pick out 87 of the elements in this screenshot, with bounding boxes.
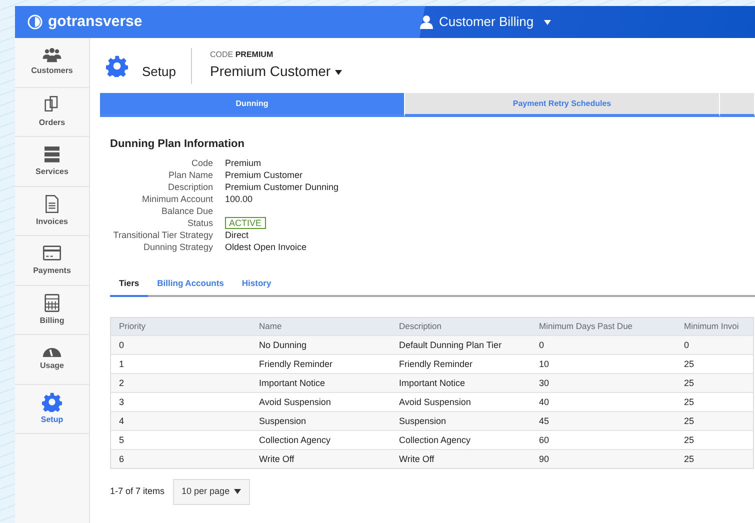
sub-tab[interactable]: History [232,276,280,298]
table-cell-text: 25 [683,452,696,466]
plan-code: CODE PREMIUM [210,49,274,61]
table-cell-text: 0 [538,338,546,352]
field-value: Oldest Open Invoice [225,242,307,252]
sidebar-item[interactable]: Payments [15,236,89,286]
table-cell-text: 40 [538,396,550,408]
server-icon [42,144,62,164]
field-label: Plan Name [167,168,214,180]
sidebar-item[interactable]: Customers [15,38,89,88]
field-value: Premium [225,158,262,168]
table-cell-text: 4 [118,414,126,428]
caret-icon [234,489,241,494]
status-badge: ACTIVE [225,216,266,228]
caret-icon [334,70,342,75]
table-cell-text: 1 [118,358,126,370]
plan-dropdown[interactable]: Premium Customer [210,61,342,82]
user-icon [420,15,433,29]
table-cell-text: No Dunning [258,338,308,352]
section-title: Dunning Plan Information [110,137,246,152]
table-cell-text: Suspension [258,414,308,428]
field-value: Premium Customer [225,170,303,180]
table-cell-text: 2 [118,376,126,390]
column-header: Minimum Invoi [683,320,740,334]
sub-tab[interactable]: Billing Accounts [148,276,233,298]
table-cell-text: 25 [683,414,696,428]
brand-name: gotransverse [48,12,142,32]
table-cell-text: Suspension [398,414,448,428]
sidebar-item[interactable]: Setup [15,384,89,434]
table-cell-text: 3 [118,396,126,408]
table-cell-text: 25 [683,358,696,370]
gear-icon [42,392,62,412]
column-header: Priority [118,320,146,334]
sidebar-item[interactable]: Billing [15,286,89,335]
pagination-summary: 1-7 of 7 items [110,485,165,498]
sub-tab[interactable]: Tiers [110,276,148,298]
people-icon [42,48,62,63]
credit-card-icon [42,243,62,264]
sidebar-item[interactable]: Invoices [15,186,89,236]
field-label: Transitional Tier Strategy [112,228,214,240]
table-cell-text: 25 [683,434,696,446]
table-cell-text: 90 [538,452,550,466]
table-cell-text: Important Notice [258,376,326,390]
page-title: Setup [142,62,176,81]
table-cell-text: Write Off [398,452,436,466]
column-header: Description [398,320,443,334]
calculator-icon [42,292,62,313]
table-cell-text: 0 [118,338,126,352]
sidebar-item[interactable]: Orders [15,88,89,137]
column-header: Name [258,320,283,334]
field-value: 100.00 [225,194,253,204]
table-cell-text: Collection Agency [258,434,332,447]
sidebar-item[interactable]: Usage [15,335,89,384]
table-cell-text: 0 [683,338,690,352]
field-label: Dunning Strategy [142,240,214,252]
table-cell-text: 60 [538,434,550,446]
table-cell-text: 25 [683,396,696,408]
table-cell-text: Collection Agency [398,434,472,447]
field-value: Premium Customer Dunning [225,182,339,192]
tab[interactable]: Dunning [100,93,405,117]
gear-icon [106,54,128,76]
table-cell-text: 6 [118,452,126,466]
table-cell-text: Avoid Suspension [398,396,472,409]
field-value: Direct [225,230,249,240]
table-cell-text: Default Dunning Plan Tier [398,338,503,352]
table-cell-text: 10 [538,358,550,370]
caret-icon [544,20,551,24]
table-cell-text: Important Notice [398,376,466,390]
table-cell-text: Friendly Reminder [258,358,334,371]
page-size-dropdown[interactable]: 10 per page [172,479,250,505]
table-cell-text: Avoid Suspension [258,396,332,409]
table-cell-text: 30 [538,376,550,390]
user-menu[interactable]: Customer Billing [420,12,551,32]
table-cell-text: Friendly Reminder [398,358,474,371]
logo-icon [27,14,43,30]
field-label: Code [190,156,214,168]
gauge-icon [42,346,62,358]
sidebar-item[interactable]: Services [15,137,89,186]
table-cell-text: 25 [683,376,696,390]
table-cell-text: 5 [118,434,126,446]
table-cell-text: Write Off [258,452,296,466]
tab[interactable] [720,93,755,117]
table-cell-text: 45 [538,414,550,428]
field-label: Status [186,216,214,228]
column-header: Minimum Days Past Due [538,320,634,334]
field-label: Description [166,180,214,192]
field-label: Minimum Account Balance Due [140,192,214,216]
